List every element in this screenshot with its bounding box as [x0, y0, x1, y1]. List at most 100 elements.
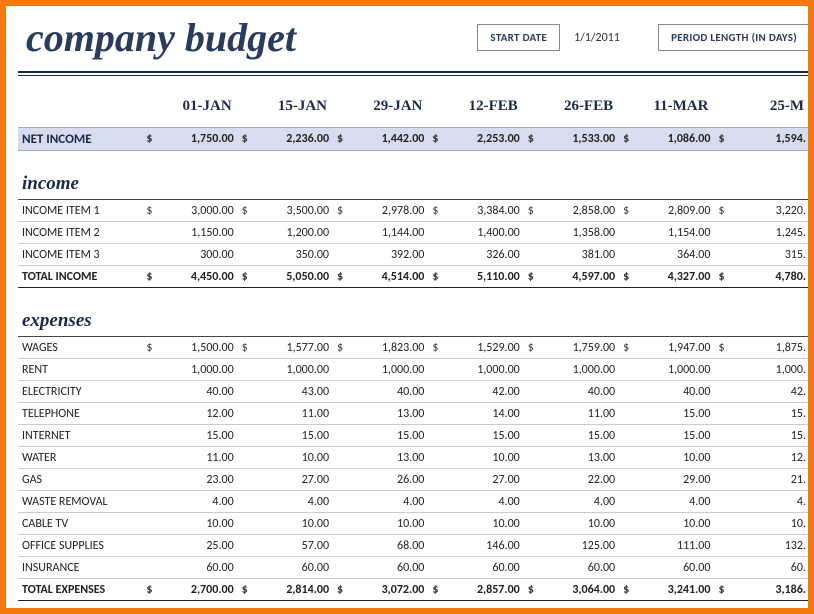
currency-symbol — [522, 359, 537, 381]
row-label: ELECTRICITY — [18, 381, 140, 403]
cell-value: 1,823.00 — [346, 337, 427, 359]
currency-symbol: $ — [617, 200, 632, 222]
cell-value: 1,150.00 — [155, 222, 236, 244]
currency-symbol — [236, 222, 251, 244]
cell-value: 40.00 — [155, 381, 236, 403]
cell-value: 10.00 — [250, 513, 331, 535]
currency-symbol — [522, 535, 537, 557]
currency-symbol: $ — [331, 128, 346, 151]
cell-value: 3,384.00 — [441, 200, 522, 222]
currency-symbol — [236, 469, 251, 491]
currency-symbol — [426, 513, 441, 535]
cell-value: 1,875. — [727, 337, 808, 359]
cell-value: 22.00 — [536, 469, 617, 491]
cell-value: 13.00 — [346, 447, 427, 469]
cell-value: 1,442.00 — [346, 128, 427, 151]
cell-value: 11.00 — [536, 403, 617, 425]
cell-value: 11.00 — [250, 403, 331, 425]
start-date-label[interactable]: START DATE — [477, 24, 560, 51]
period-length-label[interactable]: PERIOD LENGTH (IN DAYS) — [658, 24, 810, 51]
currency-symbol: $ — [522, 200, 537, 222]
cell-value: 3,072.00 — [346, 579, 427, 601]
table-row: INSURANCE60.0060.0060.0060.0060.0060.006… — [18, 557, 808, 579]
cell-value: 2,809.00 — [632, 200, 713, 222]
table-row: INCOME ITEM 2 1,150.00 1,200.00 1,144.00 1,4… — [18, 222, 808, 244]
cell-value: 42. — [727, 381, 808, 403]
cell-value: 15. — [727, 425, 808, 447]
currency-symbol — [712, 403, 727, 425]
currency-symbol: $ — [712, 200, 727, 222]
col-header: 25-M — [712, 94, 808, 128]
row-label: INCOME ITEM 2 — [18, 222, 140, 244]
header-rule — [18, 71, 808, 76]
currency-symbol — [522, 425, 537, 447]
cell-value: 4.00 — [250, 491, 331, 513]
currency-symbol — [522, 513, 537, 535]
row-label: OFFICE SUPPLIES — [18, 535, 140, 557]
cell-value: 43.00 — [250, 381, 331, 403]
cell-value: 10.00 — [536, 513, 617, 535]
currency-symbol: $ — [426, 337, 441, 359]
table-row: INCOME ITEM 1$3,000.00$3,500.00$2,978.00… — [18, 200, 808, 222]
total-expenses-label: TOTAL EXPENSES — [18, 579, 140, 601]
currency-symbol — [140, 222, 155, 244]
currency-symbol — [426, 491, 441, 513]
currency-symbol — [617, 447, 632, 469]
currency-symbol — [331, 513, 346, 535]
table-row: WATER11.0010.0013.0010.0013.0010.0012. — [18, 447, 808, 469]
cell-value: 3,241.00 — [632, 579, 713, 601]
cell-value: 57.00 — [250, 535, 331, 557]
currency-symbol — [140, 557, 155, 579]
cell-value: 15.00 — [155, 425, 236, 447]
cell-value: 1,500.00 — [155, 337, 236, 359]
cell-value: 1,000.00 — [441, 359, 522, 381]
currency-symbol: $ — [140, 200, 155, 222]
currency-symbol: $ — [522, 579, 537, 601]
cell-value: 27.00 — [441, 469, 522, 491]
cell-value: 68.00 — [346, 535, 427, 557]
cell-value: 1,533.00 — [536, 128, 617, 151]
currency-symbol — [522, 447, 537, 469]
cell-value: 25.00 — [155, 535, 236, 557]
cell-value: 10.00 — [441, 447, 522, 469]
currency-symbol — [617, 491, 632, 513]
currency-symbol — [617, 359, 632, 381]
cell-value: 1,086.00 — [632, 128, 713, 151]
cell-value: 60.00 — [155, 557, 236, 579]
currency-symbol — [236, 244, 251, 266]
cell-value: 1,759.00 — [536, 337, 617, 359]
cell-value: 1,154.00 — [632, 222, 713, 244]
currency-symbol — [712, 244, 727, 266]
currency-symbol — [617, 425, 632, 447]
row-label: INSURANCE — [18, 557, 140, 579]
cell-value: 1,200.00 — [250, 222, 331, 244]
currency-symbol — [331, 447, 346, 469]
cell-value: 13.00 — [346, 403, 427, 425]
cell-value: 1,245. — [727, 222, 808, 244]
col-header: 11-MAR — [617, 94, 712, 128]
start-date-value[interactable]: 1/1/2011 — [574, 31, 634, 45]
table-row: ELECTRICITY40.0043.0040.0042.0040.0040.0… — [18, 381, 808, 403]
row-label: CABLE TV — [18, 513, 140, 535]
col-header: 12-FEB — [426, 94, 521, 128]
row-label: RENT — [18, 359, 140, 381]
currency-symbol — [426, 447, 441, 469]
currency-symbol — [522, 557, 537, 579]
cell-value: 40.00 — [536, 381, 617, 403]
currency-symbol — [331, 403, 346, 425]
currency-symbol: $ — [236, 337, 251, 359]
cell-value: 1,400.00 — [441, 222, 522, 244]
currency-symbol — [712, 557, 727, 579]
currency-symbol — [712, 425, 727, 447]
cell-value: 4. — [727, 491, 808, 513]
cell-value: 1,144.00 — [346, 222, 427, 244]
cell-value: 4.00 — [346, 491, 427, 513]
currency-symbol: $ — [236, 128, 251, 151]
cell-value: 1,000. — [727, 359, 808, 381]
table-row: GAS23.0027.0026.0027.0022.0029.0021. — [18, 469, 808, 491]
currency-symbol: $ — [236, 579, 251, 601]
cell-value: 3,064.00 — [536, 579, 617, 601]
currency-symbol — [140, 491, 155, 513]
table-row: WASTE REMOVAL4.004.004.004.004.004.004. — [18, 491, 808, 513]
column-header-row: 01-JAN 15-JAN 29-JAN 12-FEB 26-FEB 11-MA… — [18, 94, 808, 128]
